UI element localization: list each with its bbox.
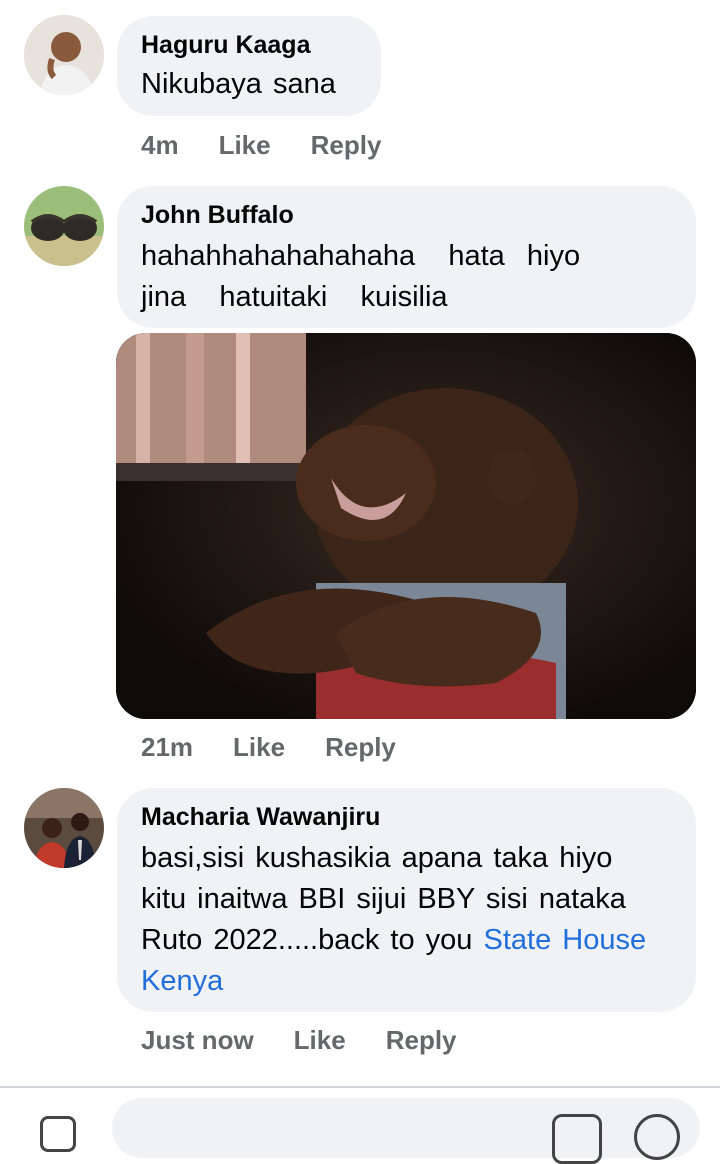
reply-button[interactable]: Reply	[386, 1025, 457, 1056]
comment-text-line: Kenya	[141, 961, 672, 1002]
comment-text-line: hahahhahahahahaha hata hiyo	[141, 240, 581, 272]
mention-link[interactable]: State House	[483, 924, 646, 956]
camera-icon[interactable]	[40, 1116, 76, 1152]
comment-photo[interactable]	[116, 333, 696, 719]
comment-text-line: kitu inaitwa BBI sijui BBY sisi nataka	[141, 883, 626, 915]
comment-text-line: jina hatuitaki kuisilia	[141, 281, 448, 313]
comment-time[interactable]: 4m	[141, 130, 179, 161]
comment-text-line: basi,sisi kushasikia apana taka hiyo	[141, 842, 613, 874]
comment-time[interactable]: 21m	[141, 732, 193, 763]
comment-author[interactable]: John Buffalo	[141, 200, 672, 230]
comment-author[interactable]: Macharia Wawanjiru	[141, 802, 672, 832]
avatar[interactable]	[24, 15, 104, 95]
comment-actions: 21m Like Reply	[141, 732, 436, 763]
comment-text-fragment: Ruto 2022.....back to you	[141, 924, 484, 956]
comment-author[interactable]: Haguru Kaaga	[141, 30, 357, 60]
avatar[interactable]	[24, 186, 104, 266]
comment-text-line: Ruto 2022.....back to you State House	[141, 920, 672, 961]
comment-time[interactable]: Just now	[141, 1025, 254, 1056]
comment-actions: 4m Like Reply	[141, 130, 421, 161]
comment-bubble: Macharia Wawanjiru basi,sisi kushasikia …	[117, 788, 696, 1012]
reply-button[interactable]: Reply	[311, 130, 382, 161]
comment-composer[interactable]	[112, 1098, 700, 1164]
like-button[interactable]: Like	[233, 732, 285, 763]
sticker-icon[interactable]	[552, 1114, 602, 1164]
like-button[interactable]: Like	[294, 1025, 346, 1056]
avatar[interactable]	[24, 788, 104, 868]
mention-link-cont[interactable]: Kenya	[141, 965, 223, 997]
emoji-icon[interactable]	[634, 1114, 680, 1160]
reply-button[interactable]: Reply	[325, 732, 396, 763]
comment-bubble: Haguru Kaaga Nikubaya sana	[117, 16, 381, 116]
comment-text: Nikubaya sana	[141, 68, 336, 100]
comment-bubble: John Buffalo hahahhahahahahaha hata hiyo…	[117, 186, 696, 328]
like-button[interactable]: Like	[219, 130, 271, 161]
divider	[0, 1086, 720, 1088]
comment-actions: Just now Like Reply	[141, 1025, 497, 1056]
